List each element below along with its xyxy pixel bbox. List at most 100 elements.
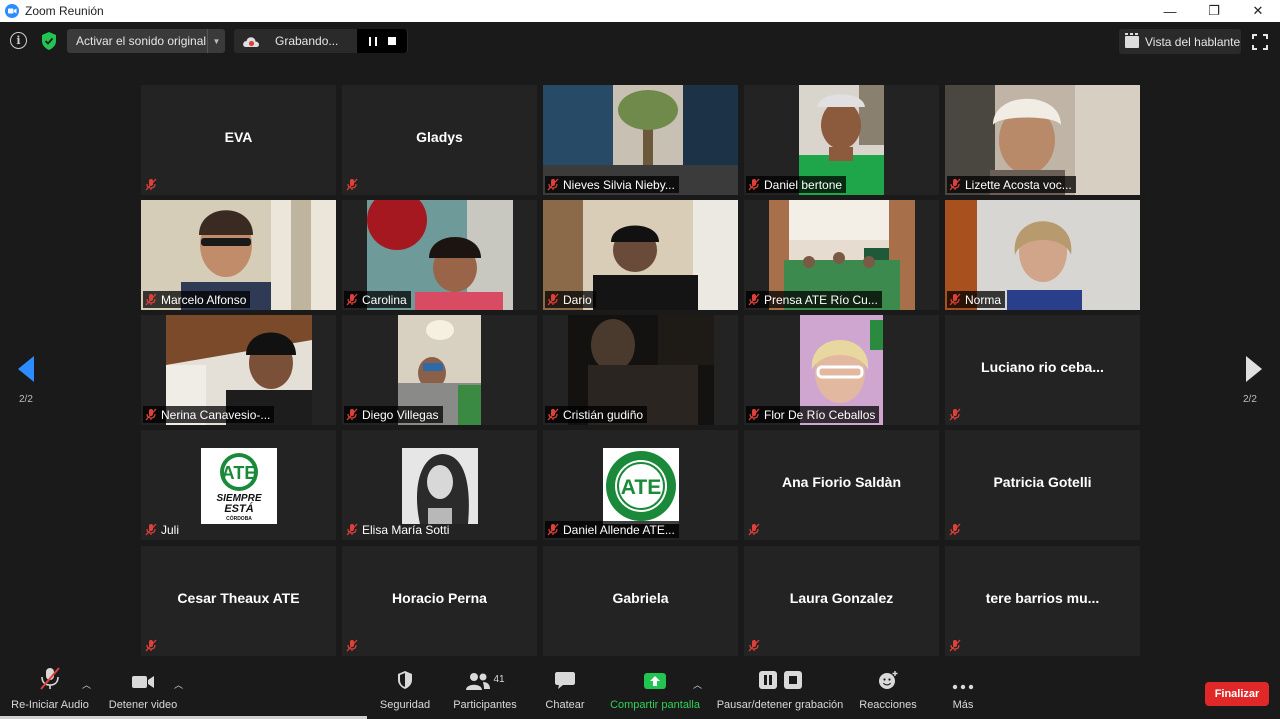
participant-tile[interactable]: Ana Fiorio Saldàn [744, 430, 939, 540]
participant-name: Dario [563, 292, 592, 307]
participant-tile[interactable]: Cristián gudiño [543, 315, 738, 425]
participant-tile[interactable]: Diego Villegas [342, 315, 537, 425]
participant-tile[interactable]: tere barrios mu... [945, 546, 1140, 656]
participant-tile[interactable]: Gabriela [543, 546, 738, 656]
participant-tile[interactable]: Dario [543, 200, 738, 310]
share-screen-button[interactable]: Compartir pantalla [606, 664, 704, 719]
participant-tile[interactable]: Nerina Canavesio-... [141, 315, 336, 425]
pause-recording-icon[interactable] [368, 36, 377, 46]
info-icon[interactable]: i [10, 32, 27, 49]
participant-name: Marcelo Alfonso [161, 292, 247, 307]
participant-photo [402, 448, 478, 524]
mic-muted-icon [346, 293, 358, 306]
cloud-recording-icon [243, 37, 259, 47]
next-page-arrow-icon[interactable] [1246, 356, 1262, 382]
audio-button[interactable]: Re-Iniciar Audio [8, 664, 92, 719]
participant-tile[interactable]: Lizette Acosta voc... [945, 85, 1140, 195]
reactions-button[interactable]: Reacciones [857, 664, 919, 719]
participant-name: Gladys [416, 129, 463, 145]
mic-muted-icon [949, 408, 961, 421]
minimize-button[interactable]: — [1148, 0, 1192, 22]
stop-recording-icon[interactable] [387, 37, 396, 45]
participant-tile[interactable]: Laura Gonzalez [744, 546, 939, 656]
participant-tile[interactable]: Daniel bertone [744, 85, 939, 195]
mic-muted-icon [949, 523, 961, 536]
encryption-shield-icon[interactable] [40, 31, 58, 51]
participant-name: Juli [161, 522, 180, 537]
participant-tile[interactable]: Patricia Gotelli [945, 430, 1140, 540]
window-titlebar: Zoom Reunión — ❐ ✕ [0, 0, 1280, 22]
logo-cordoba-text: CÓRDOBA [226, 514, 252, 522]
chat-button[interactable]: Chatear [540, 664, 590, 719]
participant-tile[interactable]: Carolina [342, 200, 537, 310]
participant-tile[interactable]: EVA [141, 85, 336, 195]
mic-muted-icon [748, 408, 760, 421]
participant-gallery: EVA Gladys Nieves Silvia Nieby... Daniel… [141, 85, 1140, 656]
security-shield-icon [398, 671, 412, 689]
participant-tile[interactable]: Prensa ATE Río Cu... [744, 200, 939, 310]
mic-muted-icon [145, 639, 157, 652]
participant-name: Luciano rio ceba... [981, 359, 1104, 375]
participant-tile[interactable]: ATE Daniel Allende ATE... [543, 430, 738, 540]
recording-control-button[interactable]: Pausar/detener grabación [714, 664, 846, 719]
speaker-view-button[interactable]: Vista del hablante [1119, 29, 1241, 54]
mic-muted-icon [346, 408, 358, 421]
participant-tile[interactable]: Flor De Río Ceballos [744, 315, 939, 425]
window-title: Zoom Reunión [25, 4, 104, 18]
video-button[interactable]: Detener video [104, 664, 182, 719]
participant-name: Cristián gudiño [563, 407, 644, 422]
participant-name: Nerina Canavesio-... [161, 407, 271, 422]
mic-muted-icon [547, 408, 559, 421]
participant-name: Patricia Gotelli [993, 474, 1092, 490]
mic-muted-icon [145, 293, 157, 306]
participant-name: Elisa María Sotti [362, 522, 450, 537]
previous-page-arrow-icon[interactable] [18, 356, 34, 382]
participant-tile[interactable]: Luciano rio ceba... [945, 315, 1140, 425]
mic-muted-icon [40, 667, 60, 690]
mic-muted-icon [346, 178, 358, 191]
participant-name: Carolina [362, 292, 407, 307]
participant-tile[interactable]: Elisa María Sotti [342, 430, 537, 540]
mic-muted-icon [949, 293, 961, 306]
participant-tile[interactable]: Cesar Theaux ATE [141, 546, 336, 656]
participants-label: Participantes [453, 699, 517, 711]
mic-muted-icon [949, 639, 961, 652]
original-sound-button[interactable]: Activar el sonido original ▼ [67, 29, 225, 53]
fullscreen-icon[interactable] [1252, 34, 1268, 50]
mic-muted-icon [547, 293, 559, 306]
more-button[interactable]: Más [943, 664, 983, 719]
share-options-chevron-icon[interactable]: ︿ [693, 678, 702, 691]
participant-name: Norma [965, 292, 1002, 307]
security-button[interactable]: Seguridad [375, 664, 435, 719]
meeting-topbar: i Activar el sonido original ▼ Grabando.… [0, 22, 1280, 60]
ate-siempre-esta-logo: ATE SIEMPRE ESTÁ CÓRDOBA [201, 448, 277, 524]
audio-options-chevron-icon[interactable]: ︿ [82, 678, 91, 691]
reactions-smiley-icon [879, 671, 898, 689]
page-indicator-left: 2/2 [19, 394, 33, 405]
participant-tile[interactable]: Norma [945, 200, 1140, 310]
participants-button[interactable]: 41 Participantes [449, 664, 521, 719]
stop-recording-icon [783, 671, 802, 689]
more-label: Más [952, 699, 974, 711]
ate-noroeste-cordoba-logo: ATE [603, 448, 679, 524]
participant-tile[interactable]: Marcelo Alfonso [141, 200, 336, 310]
participant-tile[interactable]: Gladys [342, 85, 537, 195]
mic-muted-icon [748, 178, 760, 191]
original-sound-label: Activar el sonido original [76, 34, 207, 48]
mic-muted-icon [949, 178, 961, 191]
close-button[interactable]: ✕ [1236, 0, 1280, 22]
restore-button[interactable]: ❐ [1192, 0, 1236, 22]
participant-tile[interactable]: Nieves Silvia Nieby... [543, 85, 738, 195]
participant-name: Horacio Perna [392, 590, 487, 606]
chat-bubble-icon [555, 672, 575, 689]
participants-icon [466, 673, 491, 690]
mic-muted-icon [346, 639, 358, 652]
end-meeting-button[interactable]: Finalizar [1205, 682, 1269, 706]
participant-tile[interactable]: Horacio Perna [342, 546, 537, 656]
participant-tile[interactable]: ATE SIEMPRE ESTÁ CÓRDOBA Juli [141, 430, 336, 540]
logo-ate-text: ATE [621, 476, 661, 499]
video-options-chevron-icon[interactable]: ︿ [174, 678, 183, 691]
chevron-down-icon[interactable]: ▼ [207, 29, 225, 53]
participant-name: Daniel bertone [764, 177, 843, 192]
audio-label: Re-Iniciar Audio [11, 699, 89, 711]
